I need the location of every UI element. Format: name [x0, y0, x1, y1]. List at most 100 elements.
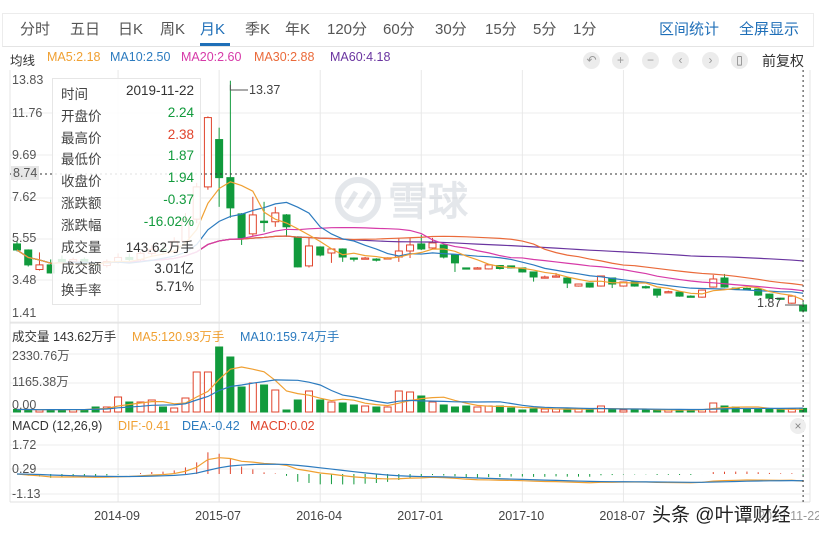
min-price-label: 1.87: [757, 296, 782, 310]
volume-bar: [170, 407, 179, 413]
volume-bar: [765, 409, 774, 413]
tooltip-value: -16.02%: [143, 213, 194, 229]
candle-body: [675, 291, 684, 297]
volume-bar: [462, 405, 471, 413]
candle: [574, 283, 583, 287]
candle-body: [417, 243, 426, 250]
candle-body: [260, 220, 269, 224]
candle-body: [304, 245, 313, 267]
candle-body: [282, 214, 291, 228]
price-tick: 1.41: [12, 306, 37, 320]
x-axis-tick: 2017-01: [397, 509, 444, 523]
tooltip-label: 最高价: [61, 130, 102, 146]
candle: [439, 244, 448, 259]
volume-bar: [585, 409, 594, 413]
macd-hist-value: MACD:0.02: [250, 419, 315, 433]
volume-bar: [35, 409, 44, 413]
candle: [754, 288, 763, 296]
volume-bar: [518, 409, 527, 413]
candle: [653, 288, 662, 298]
volume-bar: [484, 405, 493, 413]
candle-body: [406, 244, 415, 252]
volume-bar: [540, 408, 549, 413]
candle: [686, 295, 695, 298]
macd-tick: 1.72: [12, 438, 37, 452]
svg-text:雪球: 雪球: [388, 179, 469, 225]
macd-dif-line: [16, 457, 804, 484]
volume-bar: [709, 402, 718, 413]
candle-body: [35, 264, 44, 271]
volume-bar: [754, 409, 763, 413]
macd-tick: -1.13: [12, 487, 41, 501]
candle-body: [473, 267, 482, 270]
volume-bar: [226, 356, 235, 413]
candle: [709, 274, 718, 288]
candle: [349, 257, 358, 262]
volume-bar: [349, 404, 358, 413]
macd-dea-value: DEA:-0.42: [182, 419, 240, 433]
candle-body: [540, 276, 549, 279]
candle: [226, 80, 235, 218]
candle-body: [203, 117, 212, 188]
volume-bar: [406, 391, 415, 413]
volume-bar: [271, 389, 280, 413]
candle-body: [720, 277, 729, 288]
macd-legend-title: MACD (12,26,9): [12, 419, 103, 433]
x-axis-tick: 2017-10: [498, 509, 545, 523]
candle: [540, 275, 549, 279]
x-axis-tick: 2015-07: [195, 509, 241, 523]
volume-bar: [304, 390, 313, 413]
volume-tick: 0.00: [12, 398, 37, 412]
candle-body: [372, 258, 381, 261]
candle-body: [450, 254, 459, 264]
candle: [641, 285, 650, 289]
candle: [720, 273, 729, 288]
tooltip-value: 2.38: [167, 126, 194, 142]
volume-bar: [338, 402, 347, 413]
volume-bar: [619, 409, 628, 413]
candle-body: [552, 275, 561, 278]
volume-ma10-value: MA10:159.74万手: [240, 330, 340, 344]
volume-bar: [473, 406, 482, 413]
crosshair-price-label: 8.74: [11, 166, 40, 180]
max-price-label: 13.37: [249, 83, 281, 97]
candle-body: [563, 277, 572, 284]
close-macd-button[interactable]: ×: [790, 418, 806, 434]
candle: [215, 127, 224, 207]
tooltip-value: 143.62万手: [125, 239, 194, 255]
volume-bar: [439, 404, 448, 413]
volume-bar: [742, 409, 751, 413]
tooltip-value: 5.71%: [155, 279, 194, 295]
candle-body: [653, 288, 662, 296]
macd-dif-value: DIF:-0.41: [118, 419, 171, 433]
volume-bar: [316, 399, 325, 413]
tooltip-value: 3.01亿: [154, 261, 194, 277]
price-tick: 13.83: [12, 73, 44, 87]
price-tick: 7.62: [12, 190, 37, 204]
candle: [563, 277, 572, 289]
candle: [304, 237, 313, 268]
tooltip-label: 涨跌幅: [61, 217, 102, 233]
candle-body: [787, 295, 796, 304]
tooltip-label: 成交额: [61, 261, 102, 277]
volume-bar: [158, 406, 167, 413]
candle-body: [316, 246, 325, 256]
volume-tick: 2330.76万: [12, 349, 70, 363]
volume-bar: [608, 408, 617, 413]
volume-bar: [630, 409, 639, 413]
candle: [473, 267, 482, 270]
candle: [462, 267, 471, 270]
volume-ma5-value: MA5:120.93万手: [132, 330, 225, 344]
candle: [361, 257, 370, 260]
volume-bar: [641, 409, 650, 413]
volume-bar: [327, 401, 336, 413]
volume-bar: [114, 396, 123, 413]
candle-body: [664, 291, 673, 294]
volume-bar: [507, 407, 516, 413]
tooltip-label: 换手率: [61, 283, 102, 299]
candle-body: [293, 236, 302, 268]
volume-bar: [248, 382, 257, 413]
candle-body: [215, 139, 224, 179]
macd-dea-line: [16, 463, 804, 483]
xueqiu-watermark-logo: 雪球: [335, 177, 469, 225]
